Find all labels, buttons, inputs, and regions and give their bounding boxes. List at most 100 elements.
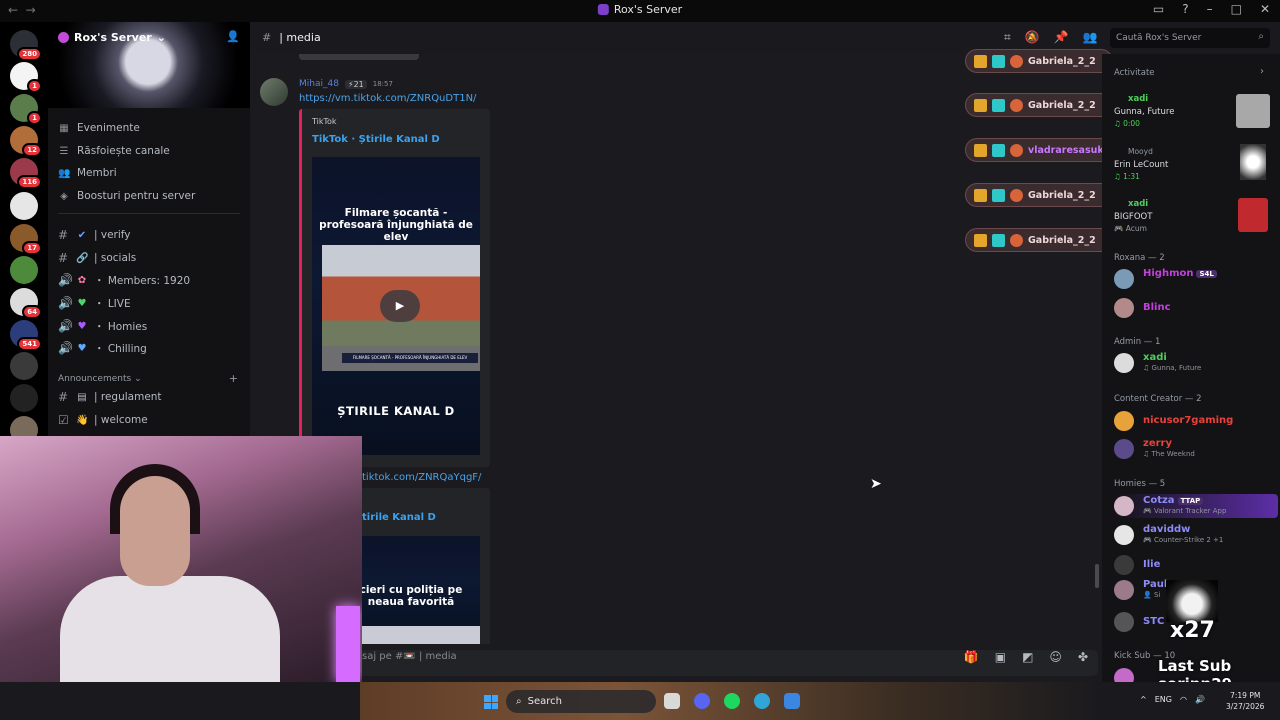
message-link[interactable]: tiktok.com/ZNRQaYqgF/ [362,472,481,483]
username[interactable]: Mihai_48 [299,79,339,89]
taskbar-search[interactable]: ⌕ Search [506,690,656,713]
voice-channel-icon: 🔊 [58,319,73,333]
server-icon[interactable]: 1 [10,94,42,125]
threads-icon[interactable]: ⌗ [1004,30,1011,45]
member-row[interactable]: Highmon S4L [1114,267,1278,291]
server-icon[interactable] [10,384,38,412]
channel-welcome[interactable]: ☑ 👋 | welcome [58,411,148,429]
wifi-icon[interactable]: ◠ [1180,695,1187,704]
channel-chilling[interactable]: 🔊 ♥ ・ Chilling [58,339,147,357]
add-channel-icon[interactable]: + [229,372,238,385]
activity-user[interactable]: xadi [1128,199,1148,209]
server-icon[interactable]: 1 [10,62,42,93]
mute-bell-icon[interactable]: 🔕 [1025,30,1040,45]
webcam-overlay [0,436,362,682]
avatar [1114,496,1134,516]
taskbar-clock[interactable]: 7:19 PM 3/27/2026 [1226,690,1264,712]
voice-channel-icon: 🔊 [58,296,73,310]
channel-live[interactable]: 🔊 ♥ ・ LIVE [58,294,131,312]
invite-people-icon[interactable]: 👤 [226,30,240,43]
server-icon[interactable]: 17 [10,224,42,255]
embed-title[interactable]: TikTok · Știrile Kanal D [312,134,440,145]
gif-icon[interactable]: ▣ [995,650,1006,664]
composer-tools: 🎁 ▣ ◩ ☺ ✤ [964,650,1088,664]
message-link[interactable]: https://vm.tiktok.com/ZNRQuDT1N/ [299,93,476,104]
search-input[interactable]: Caută Rox's Server ⌕ [1110,28,1270,48]
help-icon[interactable]: ? [1182,2,1188,16]
streamer-face [120,476,190,586]
embed-title[interactable]: tirile Kanal D [362,512,436,523]
menu-events[interactable]: ▦ Evenimente [58,119,140,137]
category-announcements[interactable]: Announcements ⌄ [58,374,142,384]
menu-server-boosts[interactable]: ◈ Boosturi pentru server [58,187,195,205]
server-tag: S4L [1196,270,1217,278]
member-row[interactable]: xadi ♫ Gunna, Future [1114,351,1278,375]
play-icon[interactable]: ▶ [380,290,420,322]
channel-regulament[interactable]: # ▤ | regulament [58,388,162,406]
pin-icon[interactable]: 📌 [1054,30,1069,45]
member-row[interactable]: zerry ♫ The Weeknd [1114,437,1278,461]
activity-user[interactable]: xadi [1128,94,1148,104]
header-toolbar: ⌗ 🔕 📌 👥 [1004,30,1098,45]
edge-icon[interactable] [754,693,770,709]
maximize-button[interactable]: □ [1231,2,1242,16]
emoji-icon[interactable]: ☺ [1049,650,1062,664]
role-header: Homies — 5 [1114,479,1166,489]
member-row[interactable]: Cotza TTAP 🎮 Valorant Tracker App [1114,494,1278,518]
channel-verify[interactable]: # ✔ | verify [58,226,131,244]
avatar[interactable] [260,78,288,106]
inbox-icon[interactable]: ▭ [1153,2,1164,16]
gift-icon[interactable]: 🎁 [964,650,979,664]
apps-icon[interactable]: ✤ [1078,650,1088,664]
history-nav[interactable]: ← → [8,3,36,17]
close-button[interactable]: ✕ [1260,2,1270,16]
server-name-dropdown[interactable]: Rox's Server ⌄ [58,31,166,44]
channel-title: # | media [262,31,321,44]
member-row[interactable]: nicusor7gaming [1114,409,1278,433]
avatar [1010,98,1023,112]
windows-start-icon[interactable] [484,695,498,709]
direct-messages-button[interactable]: 280 [10,30,42,61]
server-icon[interactable]: 64 [10,288,42,319]
server-icon[interactable]: 12 [10,126,42,157]
channel-socials[interactable]: # 🔗 | socials [58,249,136,267]
server-icon[interactable] [10,352,38,380]
scrollbar[interactable] [1095,564,1099,588]
spotify-icon[interactable] [724,693,740,709]
file-explorer-icon[interactable] [664,693,680,709]
unread-badge: 64 [22,305,42,319]
server-icon[interactable] [10,192,38,220]
app-icon[interactable] [784,693,800,709]
server-banner: Rox's Server ⌄ 👤 [48,22,250,108]
channel-members-count[interactable]: 🔊 ✿ ・ Members: 1920 [58,271,190,289]
video-thumbnail[interactable]: Filmare șocantă - profesoară înjunghiată… [312,157,480,455]
sticker-icon[interactable]: ◩ [1022,650,1033,664]
unread-badge: 541 [17,337,42,351]
discord-icon[interactable] [694,693,710,709]
member-row[interactable]: Ilie [1114,553,1278,577]
member-list-icon[interactable]: 👥 [1083,30,1098,45]
browse-icon: ☰ [59,145,69,157]
server-icon[interactable]: 116 [10,158,42,189]
channel-homies[interactable]: 🔊 ♥ ・ Homies [58,317,147,335]
server-icon[interactable]: 541 [10,320,42,351]
crown-icon [974,143,987,157]
chevron-up-icon[interactable]: ^ [1140,695,1147,704]
volume-icon[interactable]: 🔊 [1195,695,1205,704]
server-icon[interactable] [10,256,38,284]
member-row[interactable]: Blinc [1114,296,1278,320]
minimize-button[interactable]: – [1207,2,1213,16]
chevron-down-icon: ⌄ [156,31,166,44]
clipboard-icon: ▤ [77,391,87,403]
embed-provider: TikTok [312,117,337,126]
menu-members[interactable]: 👥 Membri [58,164,117,182]
menu-browse-channels[interactable]: ☰ Răsfoiește canale [58,142,170,160]
search-icon: ⌕ [1258,31,1264,42]
avatar [1114,353,1134,373]
language-indicator[interactable]: ENG [1155,695,1172,704]
chevron-right-icon[interactable]: › [1260,66,1264,77]
window-controls: ▭ ? – □ ✕ [1153,2,1270,16]
member-row[interactable]: daviddw 🎮 Counter-Strike 2 +1 [1114,523,1278,547]
taskbar-apps [664,693,800,709]
activity-user[interactable]: Mooyd [1128,147,1153,156]
